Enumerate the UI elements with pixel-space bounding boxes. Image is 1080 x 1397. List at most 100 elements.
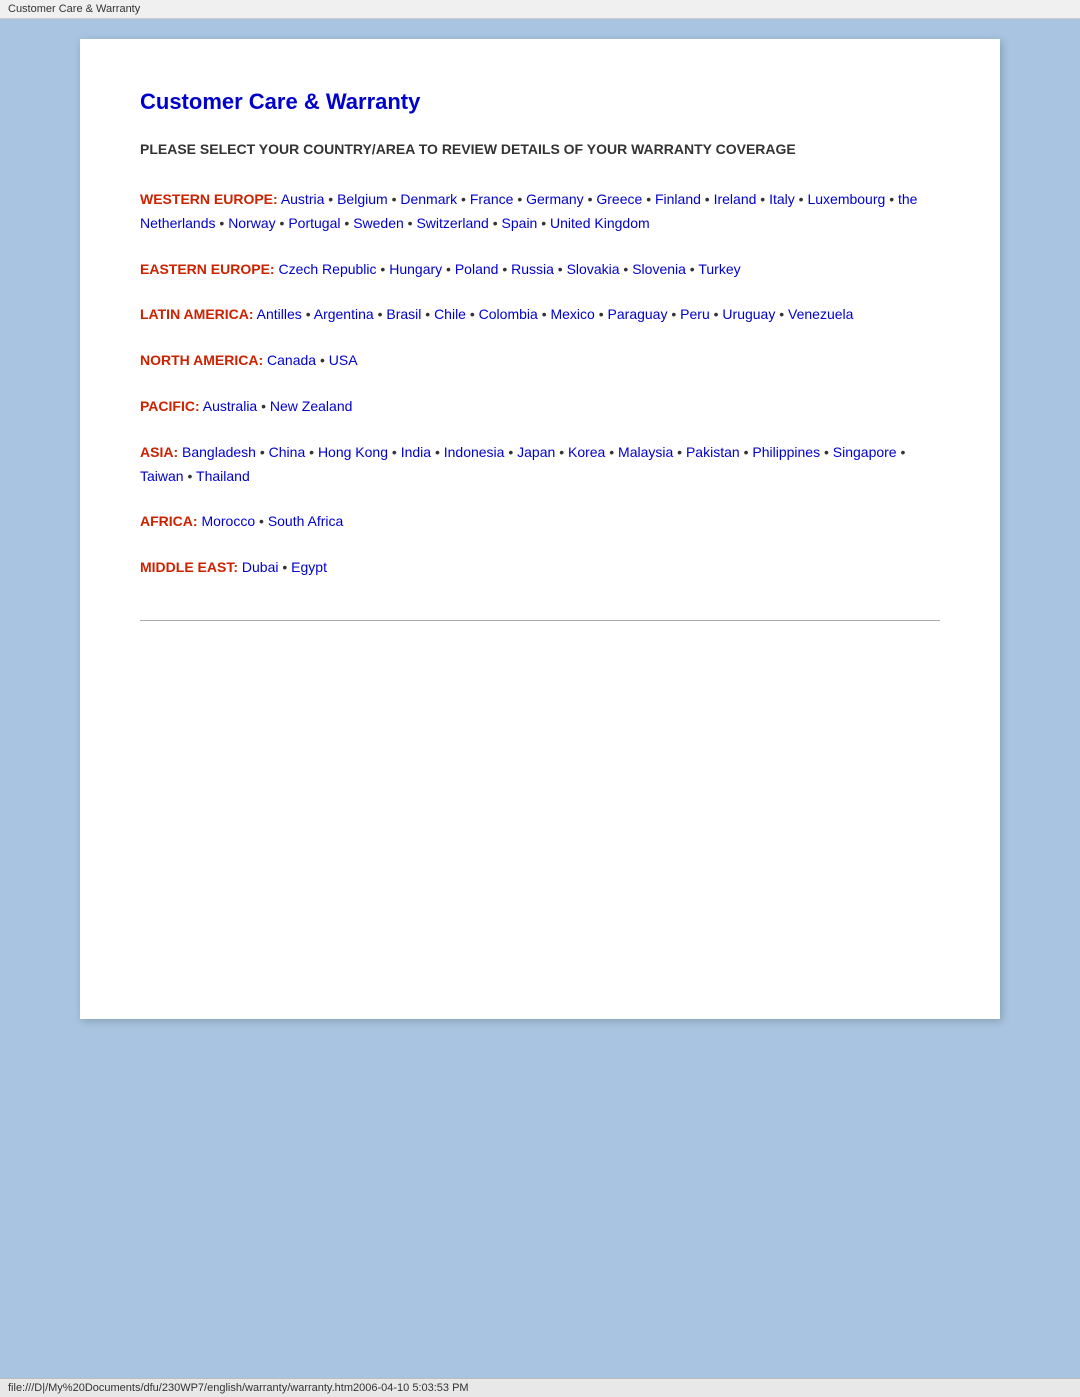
- country-link-dubai[interactable]: Dubai: [242, 559, 279, 575]
- country-link-new-zealand[interactable]: New Zealand: [270, 398, 353, 414]
- region-label-north-america: NORTH AMERICA:: [140, 352, 263, 368]
- bullet: •: [493, 215, 498, 231]
- status-bar-text: file:///D|/My%20Documents/dfu/230WP7/eng…: [8, 1382, 469, 1394]
- bullet: •: [461, 191, 466, 207]
- country-link-bangladesh[interactable]: Bangladesh: [182, 444, 256, 460]
- country-link-india[interactable]: India: [401, 444, 431, 460]
- bullet: •: [677, 444, 682, 460]
- bullet: •: [408, 215, 413, 231]
- bullet: •: [435, 444, 440, 460]
- country-link-portugal[interactable]: Portugal: [288, 215, 340, 231]
- bullet: •: [779, 306, 784, 322]
- country-link-australia[interactable]: Australia: [203, 398, 257, 414]
- bullet: •: [889, 191, 894, 207]
- country-link-pakistan[interactable]: Pakistan: [686, 444, 740, 460]
- bullet: •: [392, 191, 397, 207]
- browser-body: Customer Care & Warranty PLEASE SELECT Y…: [0, 19, 1080, 1378]
- bullet: •: [824, 444, 829, 460]
- region-middle-east: MIDDLE EAST: Dubai • Egypt: [140, 556, 940, 580]
- country-link-korea[interactable]: Korea: [568, 444, 605, 460]
- country-link-ireland[interactable]: Ireland: [714, 191, 757, 207]
- bullet: •: [623, 261, 628, 277]
- bullet: •: [705, 191, 710, 207]
- bullet: •: [378, 306, 383, 322]
- bullet: •: [502, 261, 507, 277]
- country-link-colombia[interactable]: Colombia: [479, 306, 538, 322]
- country-link-chile[interactable]: Chile: [434, 306, 466, 322]
- country-link-finland[interactable]: Finland: [655, 191, 701, 207]
- country-link-china[interactable]: China: [269, 444, 306, 460]
- bullet: •: [309, 444, 314, 460]
- bullet: •: [380, 261, 385, 277]
- region-label-asia: ASIA:: [140, 444, 178, 460]
- country-link-south-africa[interactable]: South Africa: [268, 513, 344, 529]
- country-link-hungary[interactable]: Hungary: [389, 261, 442, 277]
- country-link-spain[interactable]: Spain: [502, 215, 538, 231]
- bullet: •: [609, 444, 614, 460]
- region-latin-america: LATIN AMERICA: Antilles • Argentina • Br…: [140, 303, 940, 327]
- country-link-usa[interactable]: USA: [329, 352, 358, 368]
- country-link-morocco[interactable]: Morocco: [201, 513, 255, 529]
- country-link-japan[interactable]: Japan: [517, 444, 555, 460]
- country-link-germany[interactable]: Germany: [526, 191, 584, 207]
- page-container: Customer Care & Warranty PLEASE SELECT Y…: [80, 39, 1000, 1019]
- title-bar: Customer Care & Warranty: [0, 0, 1080, 19]
- bullet: •: [517, 191, 522, 207]
- bullet: •: [219, 215, 224, 231]
- country-link-mexico[interactable]: Mexico: [550, 306, 594, 322]
- country-link-czech-republic[interactable]: Czech Republic: [278, 261, 376, 277]
- bullet: •: [541, 215, 546, 231]
- bullet: •: [559, 444, 564, 460]
- bullet: •: [260, 444, 265, 460]
- bullet: •: [599, 306, 604, 322]
- region-label-middle-east: MIDDLE EAST:: [140, 559, 238, 575]
- country-link-italy[interactable]: Italy: [769, 191, 795, 207]
- country-link-thailand[interactable]: Thailand: [196, 468, 250, 484]
- country-link-russia[interactable]: Russia: [511, 261, 554, 277]
- country-link-egypt[interactable]: Egypt: [291, 559, 327, 575]
- country-link-paraguay[interactable]: Paraguay: [608, 306, 668, 322]
- region-label-eastern-europe: EASTERN EUROPE:: [140, 261, 275, 277]
- country-link-philippines[interactable]: Philippines: [752, 444, 820, 460]
- country-link-belgium[interactable]: Belgium: [337, 191, 388, 207]
- country-link-malaysia[interactable]: Malaysia: [618, 444, 673, 460]
- country-link-canada[interactable]: Canada: [267, 352, 316, 368]
- country-link-hong-kong[interactable]: Hong Kong: [318, 444, 388, 460]
- country-link-singapore[interactable]: Singapore: [833, 444, 897, 460]
- country-link-france[interactable]: France: [470, 191, 514, 207]
- country-link-uruguay[interactable]: Uruguay: [722, 306, 775, 322]
- bullet: •: [306, 306, 311, 322]
- country-link-sweden[interactable]: Sweden: [353, 215, 404, 231]
- country-link-denmark[interactable]: Denmark: [400, 191, 457, 207]
- bullet: •: [259, 513, 264, 529]
- country-link-argentina[interactable]: Argentina: [314, 306, 374, 322]
- country-link-slovenia[interactable]: Slovenia: [632, 261, 686, 277]
- country-link-greece[interactable]: Greece: [596, 191, 642, 207]
- bullet: •: [187, 468, 192, 484]
- country-link-slovakia[interactable]: Slovakia: [567, 261, 620, 277]
- region-africa: AFRICA: Morocco • South Africa: [140, 510, 940, 534]
- bullet: •: [558, 261, 563, 277]
- bullet: •: [714, 306, 719, 322]
- bullet: •: [320, 352, 325, 368]
- country-link-norway[interactable]: Norway: [228, 215, 275, 231]
- country-link-switzerland[interactable]: Switzerland: [416, 215, 488, 231]
- country-link-venezuela[interactable]: Venezuela: [788, 306, 853, 322]
- country-link-poland[interactable]: Poland: [455, 261, 499, 277]
- country-link-austria[interactable]: Austria: [281, 191, 325, 207]
- country-link-taiwan[interactable]: Taiwan: [140, 468, 184, 484]
- regions-container: WESTERN EUROPE: Austria • Belgium • Denm…: [140, 188, 940, 580]
- country-link-brasil[interactable]: Brasil: [386, 306, 421, 322]
- bullet: •: [690, 261, 695, 277]
- country-link-antilles[interactable]: Antilles: [257, 306, 302, 322]
- bullet: •: [470, 306, 475, 322]
- country-link-united-kingdom[interactable]: United Kingdom: [550, 215, 650, 231]
- region-north-america: NORTH AMERICA: Canada • USA: [140, 349, 940, 373]
- country-link-turkey[interactable]: Turkey: [698, 261, 740, 277]
- country-link-luxembourg[interactable]: Luxembourg: [807, 191, 885, 207]
- country-link-peru[interactable]: Peru: [680, 306, 710, 322]
- region-pacific: PACIFIC: Australia • New Zealand: [140, 395, 940, 419]
- bullet: •: [425, 306, 430, 322]
- country-link-indonesia[interactable]: Indonesia: [444, 444, 505, 460]
- divider: [140, 620, 940, 621]
